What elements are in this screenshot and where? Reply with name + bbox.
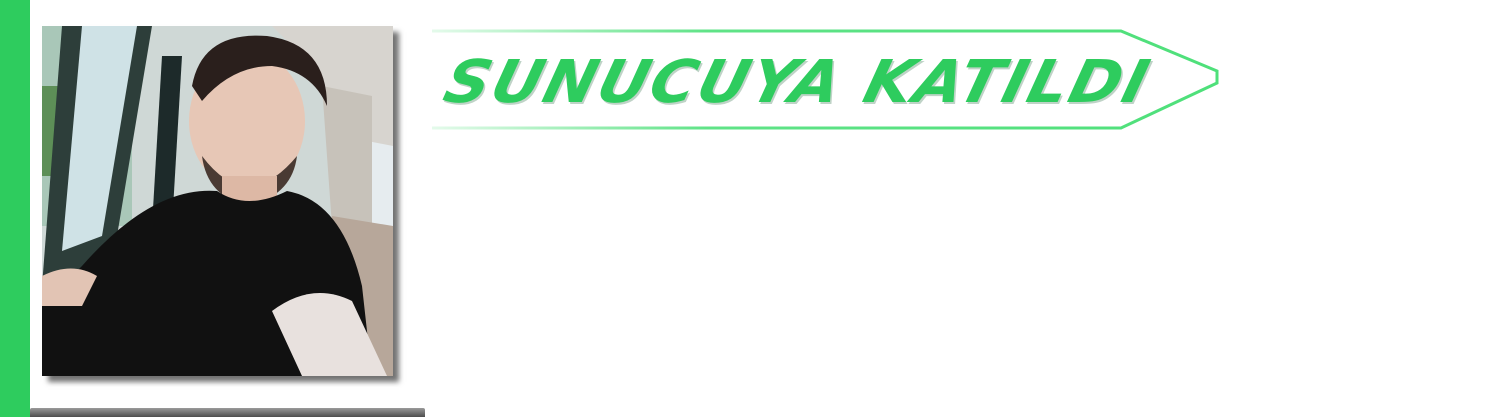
bottom-shadow-divider bbox=[30, 408, 425, 417]
join-notification-card: SUNUCUYA KATILDI bbox=[0, 0, 1500, 417]
accent-bar bbox=[0, 0, 30, 417]
title-banner: SUNUCUYA KATILDI bbox=[428, 28, 1223, 134]
avatar-photo-icon bbox=[42, 26, 393, 376]
banner-title: SUNUCUYA KATILDI bbox=[437, 46, 1158, 117]
member-avatar bbox=[42, 26, 393, 376]
